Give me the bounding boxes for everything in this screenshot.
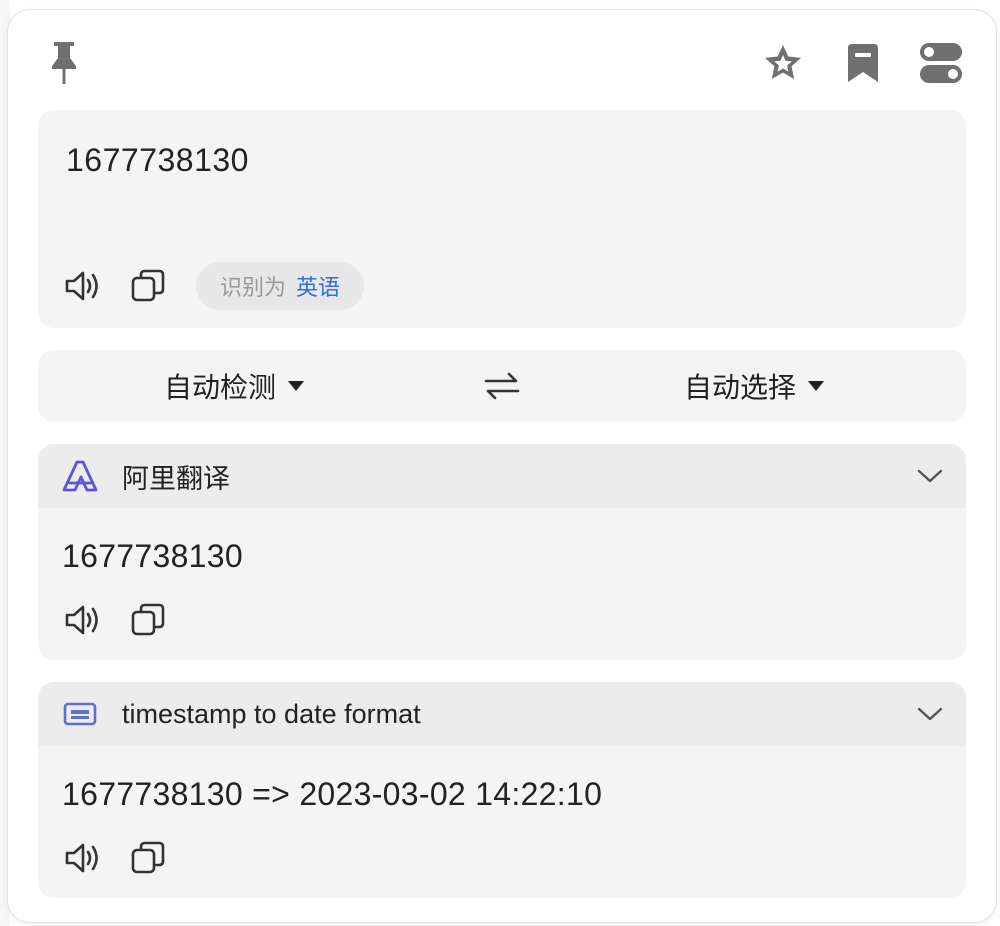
result-service-name: 阿里翻译 [122,463,230,494]
source-copy-button[interactable] [128,266,168,306]
swap-arrows-icon [484,372,520,400]
aliyun-icon [60,458,100,494]
collapse-button[interactable] [910,460,950,492]
toggle-icon [920,43,962,83]
chevron-down-icon [917,469,943,483]
translator-popup: 1677738130 识别为 英语 自动检测 自动选择 阿里翻译 1677738… [8,10,996,922]
collapse-button[interactable] [910,698,950,730]
bookmark-icon [848,44,878,82]
source-panel[interactable]: 1677738130 识别为 英语 [38,110,966,328]
language-bar: 自动检测 自动选择 [38,350,966,422]
chevron-down-icon [808,381,825,391]
result-copy-button[interactable] [128,600,168,640]
result-text[interactable]: 1677738130 [62,538,243,575]
result-speak-button[interactable] [64,600,104,640]
speaker-icon [65,271,98,301]
copy-icon [131,603,165,636]
result-card-ali: 阿里翻译 1677738130 [38,444,966,660]
copy-icon [131,841,165,874]
pin-button[interactable] [42,36,86,88]
chevron-down-icon [288,381,305,391]
source-text[interactable]: 1677738130 [66,142,249,179]
speaker-icon [65,843,98,873]
speaker-icon [65,605,98,635]
result-card-timestamp: timestamp to date format 1677738130 => 2… [38,682,966,898]
detected-prefix: 识别为 [220,275,287,300]
chevron-down-icon [917,707,943,721]
star-icon [765,45,801,79]
swap-languages-button[interactable] [478,366,526,406]
result-header[interactable]: timestamp to date format [38,682,966,746]
from-language-select[interactable]: 自动检测 [164,350,305,422]
source-speak-button[interactable] [64,266,104,306]
result-copy-button[interactable] [128,838,168,878]
from-language-label: 自动检测 [164,372,277,403]
result-service-name: timestamp to date format [122,698,421,729]
result-text[interactable]: 1677738130 => 2023-03-02 14:22:10 [62,776,602,813]
detected-language[interactable]: 英语 [296,270,340,302]
copy-icon [131,269,165,302]
bookmark-button[interactable] [840,40,886,86]
settings-toggle-button[interactable] [916,38,966,88]
favorite-button[interactable] [760,40,806,86]
keyboard-icon [60,698,100,730]
result-header[interactable]: 阿里翻译 [38,444,966,508]
to-language-select[interactable]: 自动选择 [684,350,825,422]
result-speak-button[interactable] [64,838,104,878]
to-language-label: 自动选择 [684,372,797,403]
pin-icon [52,42,76,84]
detected-language-pill[interactable]: 识别为 英语 [196,262,365,310]
